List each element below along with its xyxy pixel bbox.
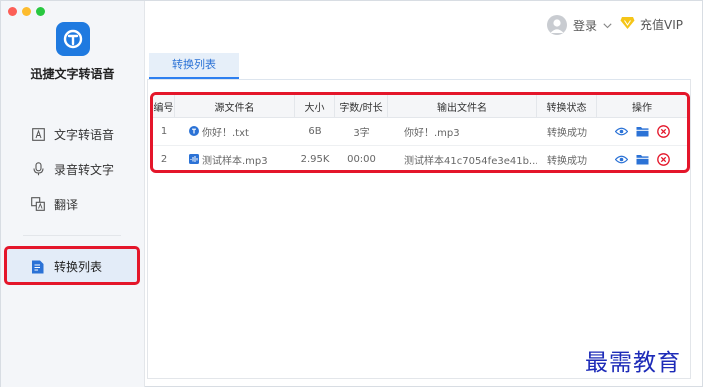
sidebar-item-conversion-list[interactable]: 转换列表 (4, 246, 140, 285)
file-length: 00:00 (347, 153, 376, 165)
source-file-name: 测试样本.mp3 (202, 155, 268, 167)
audio-file-icon (189, 154, 199, 164)
file-size: 2.95K (300, 153, 330, 165)
vip-diamond-icon (620, 16, 635, 33)
window-controls (8, 7, 45, 16)
vip-label: 充值VIP (640, 18, 683, 32)
sidebar-divider (23, 235, 121, 236)
file-size: 6B (308, 125, 322, 137)
source-file-cell: 你好！.txt (175, 118, 295, 144)
logo-icon (63, 29, 83, 49)
microphone-icon (31, 162, 45, 176)
sidebar-item-label: 转换列表 (54, 260, 103, 274)
preview-eye-icon[interactable] (614, 125, 628, 138)
delete-icon[interactable] (656, 152, 670, 166)
preview-eye-icon[interactable] (614, 153, 628, 166)
sidebar: 迅捷文字转语音 文字转语音 录音转文字 翻译 转换列表 (1, 1, 145, 387)
sidebar-item-translate[interactable]: 翻译 (31, 194, 78, 214)
chevron-down-icon (603, 18, 612, 32)
app-window: 迅捷文字转语音 文字转语音 录音转文字 翻译 转换列表 登录 充值VIP 转换列… (0, 0, 703, 387)
row-number: 1 (160, 125, 168, 137)
user-icon (550, 19, 564, 33)
col-header-output: 输出文件名 (388, 95, 537, 117)
maximize-window-button[interactable] (36, 7, 45, 16)
translate-icon (31, 197, 45, 211)
sidebar-item-label: 文字转语音 (54, 127, 115, 142)
login-label: 登录 (573, 18, 598, 33)
vip-button[interactable]: 充值VIP (620, 16, 683, 33)
source-file-cell: 测试样本.mp3 (175, 146, 295, 170)
table-row[interactable]: 2 测试样本.mp3 2.95K 00:00 测试样本41c7054fe3e41… (153, 145, 687, 170)
output-file-name: 你好！.mp3 (404, 127, 460, 139)
text-to-speech-icon (31, 127, 45, 141)
text-file-icon (189, 126, 199, 136)
col-header-source: 源文件名 (175, 95, 295, 117)
row-actions (597, 118, 687, 144)
delete-icon[interactable] (656, 124, 670, 138)
conversion-list-icon (31, 260, 45, 274)
login-button[interactable]: 登录 (547, 15, 612, 35)
close-window-button[interactable] (8, 7, 17, 16)
table-header: 编号 源文件名 大小 字数/时长 输出文件名 转换状态 操作 (153, 95, 687, 118)
open-folder-icon[interactable] (636, 153, 649, 166)
row-actions (597, 146, 687, 170)
app-name: 迅捷文字转语音 (30, 67, 115, 81)
status-badge: 转换成功 (547, 127, 587, 139)
sidebar-item-label: 翻译 (54, 197, 79, 212)
output-file-name: 测试样本41c7054fe3e41b... (404, 155, 537, 167)
minimize-window-button[interactable] (22, 7, 31, 16)
col-header-status: 转换状态 (537, 95, 597, 117)
table-row[interactable]: 1 你好！.txt 6B 3字 你好！.mp3 转换成功 (153, 118, 687, 144)
source-file-name: 你好！.txt (202, 127, 249, 139)
watermark: 最需教育 (585, 350, 681, 376)
app-logo (56, 22, 90, 56)
avatar (547, 15, 567, 35)
open-folder-icon[interactable] (636, 125, 649, 138)
tab-conversion-list[interactable]: 转换列表 (149, 53, 239, 79)
sidebar-item-speech-to-text[interactable]: 录音转文字 (31, 159, 114, 179)
sidebar-item-label: 录音转文字 (54, 162, 115, 177)
conversion-table: 编号 源文件名 大小 字数/时长 输出文件名 转换状态 操作 1 你好！.txt… (150, 92, 690, 173)
col-header-size: 大小 (295, 95, 335, 117)
col-header-actions: 操作 (632, 102, 652, 114)
col-header-number: 编号 (153, 95, 175, 117)
sidebar-item-text-to-speech[interactable]: 文字转语音 (31, 124, 114, 144)
tab-bar: 转换列表 (147, 53, 691, 80)
file-length: 3字 (353, 127, 370, 139)
row-number: 2 (160, 153, 168, 165)
status-badge: 转换成功 (547, 155, 587, 167)
col-header-length: 字数/时长 (335, 95, 388, 117)
